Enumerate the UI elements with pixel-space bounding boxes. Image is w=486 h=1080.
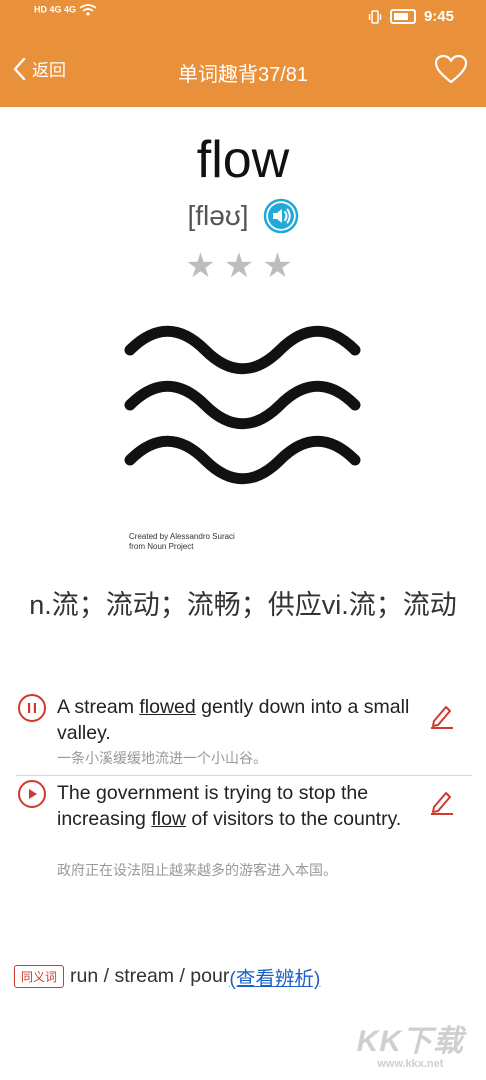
image-credit: Created by Alessandro Suraci from Noun P… [129,532,235,552]
page-title: 单词趣背37/81 [177,64,309,86]
pronounce-button[interactable] [263,198,299,234]
pause-icon [28,703,36,713]
battery-icon [389,9,416,24]
pencil-icon [431,706,453,729]
example-sentence: The government is trying to stop the inc… [18,780,458,880]
star-icon: ★ [262,247,301,285]
rating-stars: ★★★ [0,246,486,286]
example-english: The government is trying to stop the inc… [57,782,402,830]
synonym-words: run / stream / pour [70,965,230,987]
credit-line: Created by Alessandro Suraci [129,532,235,541]
status-bar: HD 4G 4G 9:45 [0,0,486,34]
divider [16,775,472,776]
example-sentence: A stream flowed gently down into a small… [18,694,458,774]
phonetic-row: [fləʊ] [0,198,486,234]
example-translation: 一条小溪缓缓地流进一个小山谷。 [57,750,267,766]
star-icon: ★ [185,247,224,285]
synonym-badge: 同义词 [14,965,65,988]
word-meaning: n.流；流动；流畅；供应vi.流；流动 [29,590,457,620]
favorite-button[interactable] [434,54,468,89]
speaker-icon [263,198,298,234]
star-icon: ★ [223,247,263,285]
credit-line: from Noun Project [129,542,194,551]
signal-indicators: HD 4G 4G [34,4,97,16]
app-bar: 返回 单词趣背37/81 [0,34,486,107]
status-right: 9:45 [368,8,454,25]
watermark-brand: KK下载 [356,1025,464,1058]
play-icon [29,789,37,799]
compare-link[interactable]: (查看辨析) [229,962,320,991]
example-translation: 政府正在设法阻止越来越多的游客进入本国。 [57,862,337,878]
example-keyword: flow [151,808,186,830]
synonyms-row: 同义词 run / stream / pour (查看辨析) [14,962,320,991]
watermark: KK下载 www.kkx.net [357,1016,464,1070]
word-heading: flow [196,131,290,189]
vibrate-icon [368,9,382,24]
pause-button[interactable] [18,694,46,722]
play-button[interactable] [18,780,46,808]
phonetic-text: [fləʊ] [187,200,249,231]
wifi-icon [79,4,97,16]
edit-button[interactable] [428,788,456,821]
signal-text: HD 4G 4G [34,4,77,15]
example-english: A stream flowed gently down into a small… [57,696,410,744]
waves-illustration [124,325,361,485]
example-keyword: flowed [139,696,196,718]
status-time: 9:45 [423,8,454,25]
edit-button[interactable] [428,702,456,735]
pencil-icon [431,792,453,815]
heart-icon [434,54,468,84]
